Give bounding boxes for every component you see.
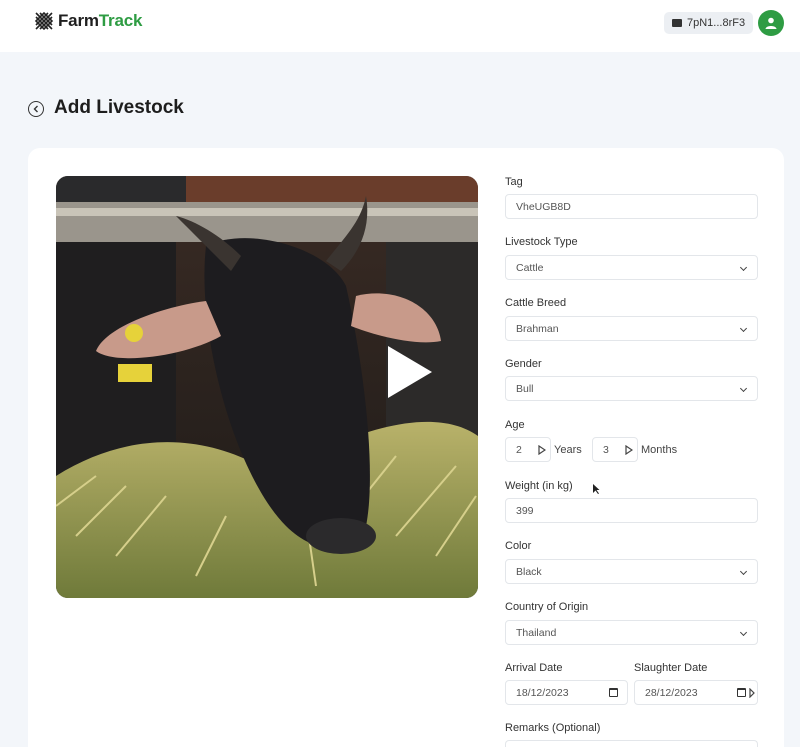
gender-select[interactable]: Bull bbox=[505, 376, 758, 401]
gender-label: Gender bbox=[505, 358, 542, 370]
age-years-input[interactable]: 2 bbox=[505, 437, 551, 462]
color-select[interactable]: Black bbox=[505, 559, 758, 584]
remarks-textarea[interactable] bbox=[505, 740, 758, 747]
weight-input[interactable]: 399 bbox=[505, 498, 758, 523]
cattle-breed-label: Cattle Breed bbox=[505, 297, 567, 309]
play-icon[interactable] bbox=[384, 344, 434, 400]
stepper-icon[interactable] bbox=[625, 445, 633, 455]
tag-input[interactable]: VheUGB8D bbox=[505, 194, 758, 219]
country-label: Country of Origin bbox=[505, 601, 589, 613]
mouse-cursor-icon bbox=[593, 484, 600, 494]
arrival-date-label: Arrival Date bbox=[505, 662, 563, 674]
arrival-date-input[interactable]: 18/12/2023 bbox=[505, 680, 628, 705]
tag-label: Tag bbox=[505, 176, 523, 188]
wallet-button[interactable]: 7pN1...8rF3 bbox=[664, 12, 754, 34]
age-label: Age bbox=[505, 419, 525, 431]
calendar-icon[interactable] bbox=[737, 688, 746, 697]
back-button[interactable] bbox=[28, 101, 44, 117]
age-years-unit: Years bbox=[554, 444, 582, 456]
stepper-icon[interactable] bbox=[749, 688, 755, 698]
brand-name-part1: Farm bbox=[58, 11, 99, 30]
age-months-unit: Months bbox=[641, 444, 678, 456]
weight-label: Weight (in kg) bbox=[505, 480, 573, 492]
remarks-label: Remarks (Optional) bbox=[505, 722, 601, 734]
wallet-address: 7pN1...8rF3 bbox=[687, 17, 746, 29]
color-label: Color bbox=[505, 540, 532, 552]
livestock-type-label: Livestock Type bbox=[505, 236, 578, 248]
slaughter-date-value: 28/12/2023 bbox=[645, 686, 698, 699]
livestock-type-value: Cattle bbox=[516, 261, 544, 274]
logo-mark-icon bbox=[34, 11, 54, 31]
brand-name: FarmTrack bbox=[58, 11, 142, 31]
wallet-icon bbox=[672, 19, 682, 27]
chevron-left-icon bbox=[33, 105, 38, 113]
calendar-icon[interactable] bbox=[609, 688, 618, 697]
country-select[interactable]: Thailand bbox=[505, 620, 758, 645]
brand-name-part2: Track bbox=[98, 11, 143, 30]
slaughter-date-input[interactable]: 28/12/2023 bbox=[634, 680, 758, 705]
age-months-input[interactable]: 3 bbox=[592, 437, 638, 462]
cattle-breed-select[interactable]: Brahman bbox=[505, 316, 758, 341]
brand-logo[interactable]: FarmTrack bbox=[34, 11, 142, 31]
top-navbar: FarmTrack 7pN1...8rF3 bbox=[0, 0, 800, 52]
age-years-value: 2 bbox=[516, 443, 522, 456]
age-months-value: 3 bbox=[603, 443, 609, 456]
page-title: Add Livestock bbox=[54, 97, 184, 118]
color-value: Black bbox=[516, 565, 542, 578]
user-icon bbox=[765, 17, 777, 29]
country-value: Thailand bbox=[516, 626, 557, 639]
gender-value: Bull bbox=[516, 382, 534, 395]
cattle-breed-value: Brahman bbox=[516, 322, 559, 335]
user-avatar-button[interactable] bbox=[758, 10, 784, 36]
stepper-icon[interactable] bbox=[538, 445, 546, 455]
slaughter-date-label: Slaughter Date bbox=[634, 662, 708, 674]
arrival-date-value: 18/12/2023 bbox=[516, 686, 569, 699]
livestock-type-select[interactable]: Cattle bbox=[505, 255, 758, 280]
